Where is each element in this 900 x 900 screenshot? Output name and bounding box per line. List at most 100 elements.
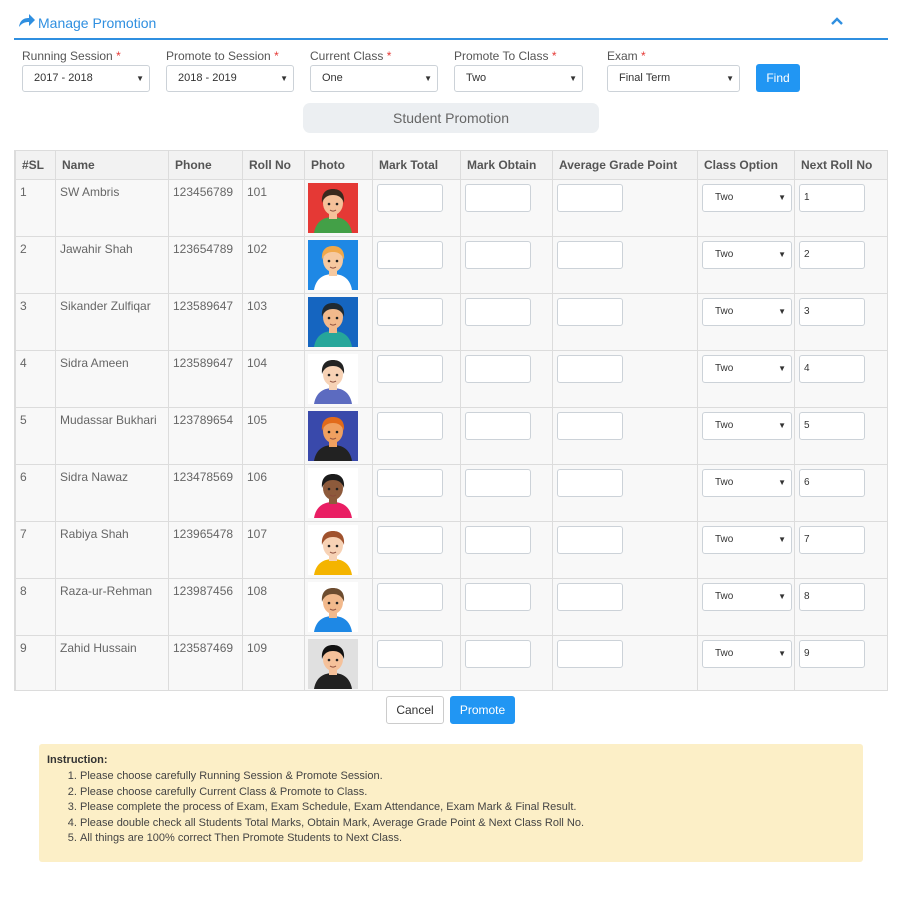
mark-total-input[interactable]	[377, 355, 443, 383]
name-cell: SW Ambris	[55, 179, 169, 237]
mark-obtain-input[interactable]	[465, 355, 531, 383]
running-session-select[interactable]: 2017 - 2018 ▼	[22, 65, 150, 92]
class-option-select[interactable]: Two ▼	[702, 640, 792, 668]
mark-total-input[interactable]	[377, 583, 443, 611]
student-table-container[interactable]: #SL Name Phone Roll No Photo Mark Total Mark O…	[14, 150, 888, 691]
next-roll-input[interactable]: 8	[799, 583, 865, 611]
grade-point-input[interactable]	[557, 412, 623, 440]
class-option-select[interactable]: Two ▼	[702, 469, 792, 497]
find-button[interactable]: Find	[756, 64, 800, 92]
next-roll-input[interactable]: 6	[799, 469, 865, 497]
next-roll-input[interactable]: 5	[799, 412, 865, 440]
mark-total-input[interactable]	[377, 184, 443, 212]
grade-point-input[interactable]	[557, 640, 623, 668]
mark-obtain-input[interactable]	[465, 412, 531, 440]
exam-select[interactable]: Final Term ▼	[607, 65, 740, 92]
mark-total-input[interactable]	[377, 640, 443, 668]
class-option-select[interactable]: Two ▼	[702, 241, 792, 269]
caret-down-icon: ▼	[424, 74, 432, 83]
column-header: Average Grade Point	[552, 150, 698, 180]
class-option-select[interactable]: Two ▼	[702, 412, 792, 440]
class-option-cell: Two ▼	[697, 293, 795, 351]
student-photo	[308, 411, 358, 461]
grade-point-input[interactable]	[557, 469, 623, 497]
caret-down-icon: ▼	[778, 307, 786, 316]
class-option-select[interactable]: Two ▼	[702, 526, 792, 554]
grade-point-input[interactable]	[557, 355, 623, 383]
mark-obtain-input[interactable]	[465, 241, 531, 269]
sl-cell: 2	[15, 236, 56, 294]
grade-point-input[interactable]	[557, 241, 623, 269]
next-roll-input[interactable]: 2	[799, 241, 865, 269]
grade-point-cell	[552, 521, 698, 579]
mark-obtain-input[interactable]	[465, 184, 531, 212]
sl-cell: 1	[15, 179, 56, 237]
grade-point-input[interactable]	[557, 583, 623, 611]
mark-obtain-cell	[460, 179, 553, 237]
class-option-cell: Two ▼	[697, 635, 795, 690]
mark-total-input[interactable]	[377, 526, 443, 554]
class-option-select[interactable]: Two ▼	[702, 583, 792, 611]
next-roll-cell: 5	[794, 407, 887, 465]
next-roll-cell: 1	[794, 179, 887, 237]
next-roll-input[interactable]: 9	[799, 640, 865, 668]
name-cell: Sidra Ameen	[55, 350, 169, 408]
mark-obtain-input[interactable]	[465, 526, 531, 554]
mark-obtain-input[interactable]	[465, 583, 531, 611]
chevron-up-icon[interactable]	[830, 14, 844, 28]
column-header: #SL	[15, 150, 56, 180]
mark-total-input[interactable]	[377, 412, 443, 440]
class-option-select[interactable]: Two ▼	[702, 355, 792, 383]
name-cell: Mudassar Bukhari	[55, 407, 169, 465]
next-roll-input[interactable]: 7	[799, 526, 865, 554]
grade-point-input[interactable]	[557, 298, 623, 326]
sl-cell: 5	[15, 407, 56, 465]
mark-obtain-input[interactable]	[465, 298, 531, 326]
roll-cell: 102	[242, 236, 305, 294]
student-photo	[308, 240, 358, 290]
next-roll-cell: 9	[794, 635, 887, 690]
mark-obtain-input[interactable]	[465, 640, 531, 668]
column-header: Mark Total	[372, 150, 461, 180]
grade-point-cell	[552, 407, 698, 465]
page-title: Manage Promotion	[38, 15, 157, 31]
table-row: 1 SW Ambris 123456789 101 Two ▼ 1	[15, 179, 887, 237]
share-icon	[19, 14, 35, 27]
mark-obtain-cell	[460, 521, 553, 579]
mark-total-input[interactable]	[377, 241, 443, 269]
next-roll-cell: 7	[794, 521, 887, 579]
sl-cell: 6	[15, 464, 56, 522]
student-photo	[308, 468, 358, 518]
class-option-select[interactable]: Two ▼	[702, 298, 792, 326]
instruction-list: Please choose carefully Running Session …	[80, 769, 855, 847]
class-option-cell: Two ▼	[697, 236, 795, 294]
grade-point-input[interactable]	[557, 184, 623, 212]
promote-class-select[interactable]: Two ▼	[454, 65, 583, 92]
grade-point-cell	[552, 464, 698, 522]
promote-class-label: Promote To Class *	[454, 49, 557, 63]
next-roll-input[interactable]: 4	[799, 355, 865, 383]
promote-button[interactable]: Promote	[450, 696, 515, 724]
phone-cell: 123965478	[168, 521, 243, 579]
next-roll-input[interactable]: 1	[799, 184, 865, 212]
table-row: 6 Sidra Nawaz 123478569 106 Two ▼ 6	[15, 464, 887, 522]
filter-bar: Running Session * 2017 - 2018 ▼ Promote t…	[22, 48, 882, 96]
instruction-item: Please choose carefully Running Session …	[80, 769, 855, 785]
promote-session-field: Promote to Session * 2018 - 2019 ▼	[166, 48, 294, 92]
next-roll-input[interactable]: 3	[799, 298, 865, 326]
mark-total-cell	[372, 350, 461, 408]
class-option-select[interactable]: Two ▼	[702, 184, 792, 212]
promote-session-select[interactable]: 2018 - 2019 ▼	[166, 65, 294, 92]
phone-cell: 123587469	[168, 635, 243, 690]
current-class-select[interactable]: One ▼	[310, 65, 438, 92]
roll-cell: 107	[242, 521, 305, 579]
mark-obtain-input[interactable]	[465, 469, 531, 497]
mark-total-cell	[372, 293, 461, 351]
mark-total-input[interactable]	[377, 298, 443, 326]
phone-cell: 123456789	[168, 179, 243, 237]
table-row: 8 Raza-ur-Rehman 123987456 108 Two ▼ 8	[15, 578, 887, 636]
grade-point-input[interactable]	[557, 526, 623, 554]
cancel-button[interactable]: Cancel	[386, 696, 444, 724]
next-roll-cell: 6	[794, 464, 887, 522]
mark-total-input[interactable]	[377, 469, 443, 497]
